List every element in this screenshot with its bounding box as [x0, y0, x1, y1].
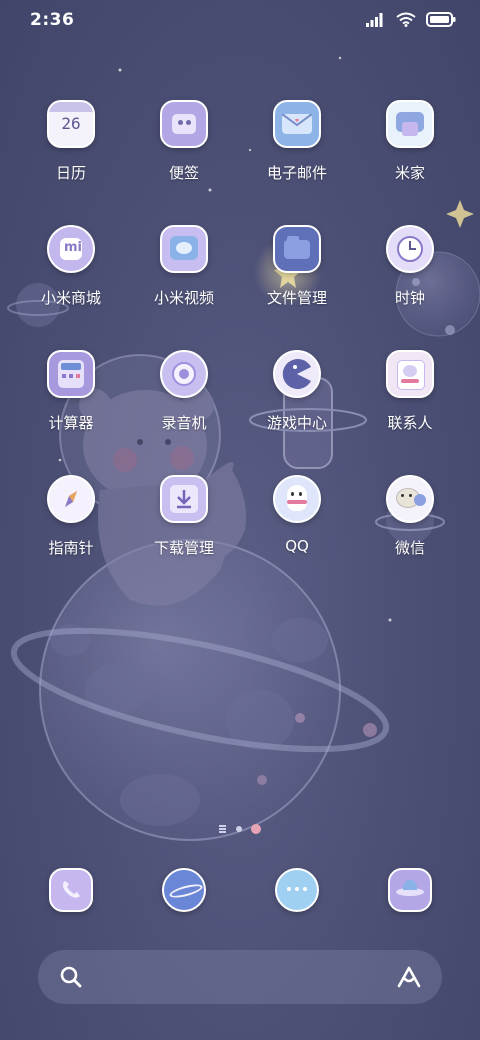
mi-store-icon: mi: [47, 225, 95, 273]
status-time: 2:36: [30, 10, 75, 30]
app-contacts[interactable]: 联系人: [354, 350, 466, 433]
app-label: 便签: [168, 164, 199, 182]
app-clock[interactable]: 时钟: [354, 225, 466, 308]
messages-icon: [275, 868, 319, 912]
page-menu-icon: [219, 825, 226, 827]
file-manager-icon: [273, 225, 321, 273]
calendar-date: 26: [61, 114, 81, 133]
battery-icon: [426, 12, 456, 27]
page-indicator[interactable]: [0, 824, 480, 834]
app-calculator[interactable]: 计算器: [15, 350, 127, 433]
app-label: 游戏中心: [266, 414, 327, 432]
status-icons: [366, 12, 456, 27]
app-label: 米家: [394, 164, 425, 182]
page-dot: [236, 826, 242, 832]
contacts-icon: [386, 350, 434, 398]
app-email[interactable]: 电子邮件: [241, 100, 353, 183]
download-manager-icon: [160, 475, 208, 523]
app-download-manager[interactable]: 下载管理: [128, 475, 240, 558]
app-label: QQ: [285, 537, 309, 555]
app-label: 计算器: [48, 414, 94, 432]
game-center-icon: [273, 350, 321, 398]
app-compass[interactable]: 指南针: [15, 475, 127, 558]
app-qq[interactable]: QQ: [241, 475, 353, 555]
mi-video-icon: [160, 225, 208, 273]
app-mi-video[interactable]: 小米视频: [128, 225, 240, 308]
app-label: 联系人: [387, 414, 433, 432]
wifi-icon: [396, 12, 416, 27]
app-file-manager[interactable]: 文件管理: [241, 225, 353, 308]
app-label: 微信: [394, 539, 425, 557]
ufo-icon: [388, 868, 432, 912]
search-icon[interactable]: [60, 966, 82, 988]
app-label: 小米视频: [153, 289, 214, 307]
assistant-icon[interactable]: [396, 965, 422, 989]
app-label: 下载管理: [153, 539, 214, 557]
dock-ufo[interactable]: [354, 868, 466, 912]
qq-icon: [273, 475, 321, 523]
app-game-center[interactable]: 游戏中心: [241, 350, 353, 433]
app-label: 指南针: [48, 539, 94, 557]
app-notes[interactable]: 便签: [128, 100, 240, 183]
mijia-icon: [386, 100, 434, 148]
signal-icon: [366, 12, 383, 27]
calculator-icon: [47, 350, 95, 398]
search-bar[interactable]: [38, 950, 442, 1004]
status-bar: 2:36: [0, 0, 480, 40]
app-wechat[interactable]: 微信: [354, 475, 466, 558]
email-icon: [273, 100, 321, 148]
dock-messages[interactable]: [241, 868, 353, 912]
app-label: 电子邮件: [266, 164, 327, 182]
recorder-icon: [160, 350, 208, 398]
app-label: 日历: [55, 164, 86, 182]
app-mi-store[interactable]: mi 小米商城: [15, 225, 127, 308]
app-mijia[interactable]: 米家: [354, 100, 466, 183]
dock-planet[interactable]: [128, 868, 240, 912]
planet-icon: [162, 868, 206, 912]
app-label: 小米商城: [40, 289, 101, 307]
app-label: 时钟: [394, 289, 425, 307]
clock-icon: [386, 225, 434, 273]
calendar-icon: 26: [47, 100, 95, 148]
app-recorder[interactable]: 录音机: [128, 350, 240, 433]
app-label: 录音机: [161, 414, 207, 432]
phone-icon: [49, 868, 93, 912]
dock-phone[interactable]: [15, 868, 127, 912]
page-dot-active: [251, 824, 261, 834]
notes-icon: [160, 100, 208, 148]
compass-icon: [47, 475, 95, 523]
dock: [15, 868, 465, 918]
wechat-icon: [386, 475, 434, 523]
app-calendar[interactable]: 26 日历: [15, 100, 127, 183]
app-label: 文件管理: [266, 289, 327, 307]
